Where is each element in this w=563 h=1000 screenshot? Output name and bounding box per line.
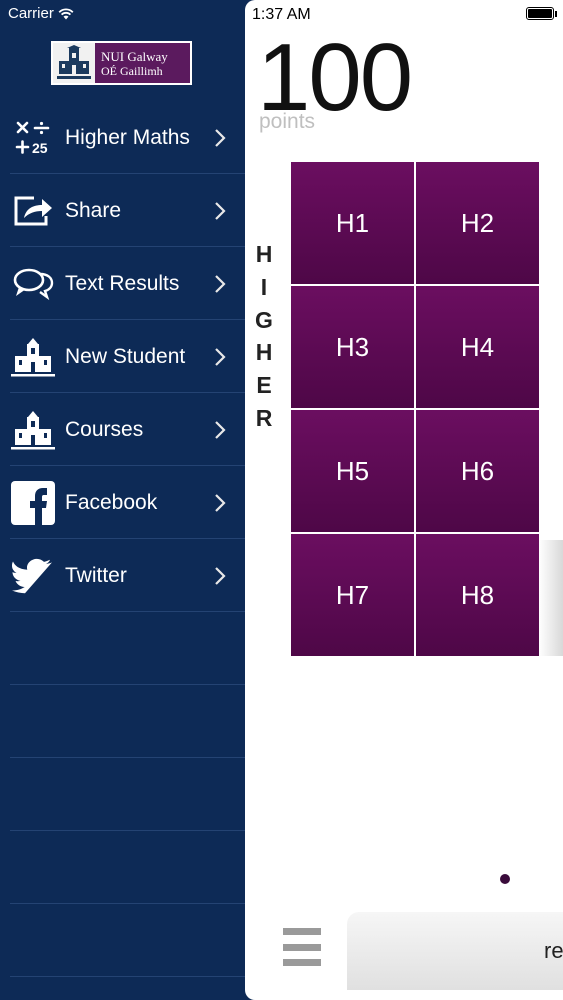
chevron-right-icon bbox=[215, 201, 226, 220]
level-letter: H bbox=[255, 339, 273, 366]
chevron-right-icon bbox=[215, 566, 226, 585]
menu-item-label: New Student bbox=[65, 344, 186, 368]
logo-line-1: NUI Galway bbox=[101, 48, 168, 64]
level-letter: G bbox=[255, 306, 273, 333]
share-icon bbox=[10, 188, 56, 234]
level-letter: E bbox=[256, 372, 272, 399]
carrier-label: Carrier bbox=[8, 5, 54, 22]
menu-empty-row bbox=[0, 758, 245, 831]
chevron-right-icon bbox=[215, 420, 226, 439]
building-icon bbox=[10, 334, 56, 380]
speech-bubbles-icon bbox=[10, 261, 56, 307]
menu-item-share[interactable]: Share bbox=[0, 174, 245, 247]
menu-item-higher-maths[interactable]: 25 Higher Maths bbox=[0, 101, 245, 174]
menu-item-label: Facebook bbox=[65, 490, 158, 514]
logo-line-2: OÉ Gaillimh bbox=[101, 63, 163, 78]
level-letter: H bbox=[255, 241, 273, 267]
wifi-icon bbox=[58, 7, 74, 19]
grade-button-h7[interactable]: H7 bbox=[291, 534, 414, 656]
svg-text:25: 25 bbox=[32, 140, 48, 156]
status-bar-left: Carrier bbox=[8, 5, 74, 22]
nui-galway-logo: NUI Galway OÉ Gaillimh bbox=[51, 41, 192, 85]
menu-item-new-student[interactable]: New Student bbox=[0, 320, 245, 393]
menu-item-label: Share bbox=[65, 198, 122, 222]
twitter-icon bbox=[10, 553, 56, 599]
level-letter: I bbox=[260, 273, 268, 300]
hamburger-menu-icon[interactable] bbox=[283, 928, 321, 966]
page-indicator-dot bbox=[500, 874, 510, 884]
menu-empty-row bbox=[0, 612, 245, 685]
math-operators-icon: 25 bbox=[10, 115, 56, 161]
level-label-vertical: H I G H E R bbox=[253, 238, 275, 435]
grade-grid: H1 H2 H3 H4 H5 H6 H7 H8 bbox=[291, 162, 539, 656]
grade-button-h8[interactable]: H8 bbox=[416, 534, 539, 656]
chevron-right-icon bbox=[215, 274, 226, 293]
building-icon bbox=[10, 407, 56, 453]
battery-icon bbox=[526, 7, 557, 20]
menu-item-text-results[interactable]: Text Results bbox=[0, 247, 245, 320]
bottom-action-button[interactable]: re bbox=[347, 912, 563, 990]
grade-button-h2[interactable]: H2 bbox=[416, 162, 539, 284]
level-letter: R bbox=[255, 404, 273, 431]
grade-button-h3[interactable]: H3 bbox=[291, 286, 414, 408]
menu-empty-row bbox=[0, 831, 245, 904]
side-menu: Carrier NUI Galway OÉ Gaillimh 25 Higher… bbox=[0, 0, 245, 1000]
facebook-icon bbox=[10, 480, 56, 526]
next-page-card-edge[interactable] bbox=[539, 540, 563, 656]
grade-button-h4[interactable]: H4 bbox=[416, 286, 539, 408]
menu-empty-row bbox=[0, 904, 245, 977]
menu-item-label: Courses bbox=[65, 417, 144, 441]
chevron-right-icon bbox=[215, 347, 226, 366]
bottom-action-label: re bbox=[544, 938, 563, 963]
main-panel: 1:37 AM 100 points H I G H E R H1 H2 H3 … bbox=[245, 0, 563, 1000]
menu-item-label: Text Results bbox=[65, 271, 180, 295]
grade-button-h1[interactable]: H1 bbox=[291, 162, 414, 284]
menu-item-label: Twitter bbox=[65, 563, 127, 587]
grade-button-h5[interactable]: H5 bbox=[291, 410, 414, 532]
quadrangle-building-icon bbox=[53, 43, 95, 83]
menu-item-label: Higher Maths bbox=[65, 125, 190, 149]
menu-item-facebook[interactable]: Facebook bbox=[0, 466, 245, 539]
status-time: 1:37 AM bbox=[252, 6, 311, 23]
chevron-right-icon bbox=[215, 493, 226, 512]
menu-list: 25 Higher Maths Share Text Results New S… bbox=[0, 101, 245, 977]
menu-empty-row bbox=[0, 685, 245, 758]
chevron-right-icon bbox=[215, 128, 226, 147]
menu-item-courses[interactable]: Courses bbox=[0, 393, 245, 466]
points-label: points bbox=[259, 110, 316, 133]
grade-button-h6[interactable]: H6 bbox=[416, 410, 539, 532]
menu-item-twitter[interactable]: Twitter bbox=[0, 539, 245, 612]
